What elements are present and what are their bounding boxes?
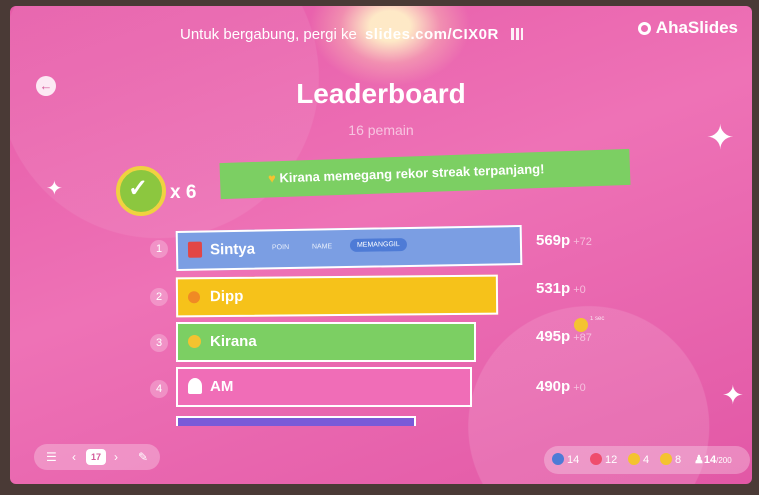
player-name: Sintya bbox=[209, 240, 256, 259]
ceiling-light-glare bbox=[310, 6, 470, 86]
leaderboard-row: Dipp bbox=[175, 274, 499, 318]
player-score: 490p +0 bbox=[536, 378, 586, 395]
leaderboard-row: Kirana bbox=[176, 322, 476, 362]
reaction-count: 14 bbox=[552, 453, 579, 466]
participant-count: ♟14/200 bbox=[694, 454, 732, 466]
rank-badge: 1 bbox=[150, 240, 168, 258]
brand-logo: AhaSlides bbox=[637, 18, 738, 38]
sparkle-icon: ✦ bbox=[706, 119, 735, 157]
laugh-icon bbox=[628, 453, 640, 465]
rank-badge: 4 bbox=[150, 380, 168, 398]
join-instructions: Untuk bergabung, pergi ke slides.com/CIX… bbox=[180, 26, 524, 43]
player-avatar-icon bbox=[188, 335, 201, 348]
rank-badge: 2 bbox=[150, 288, 168, 306]
qr-code-icon[interactable] bbox=[511, 28, 524, 40]
player-avatar-icon bbox=[188, 378, 202, 394]
slide-navigation: ☰ ‹ 17 › ✎ bbox=[34, 444, 160, 470]
reaction-count: 8 bbox=[660, 453, 681, 466]
people-icon: ♟ bbox=[694, 454, 704, 466]
presentation-screen: Untuk bergabung, pergi ke slides.com/CIX… bbox=[10, 6, 752, 484]
name-chip[interactable]: NAME bbox=[312, 243, 332, 250]
join-code: slides.com/CIX0R bbox=[364, 26, 499, 43]
player-avatar-icon bbox=[187, 291, 201, 304]
prev-slide-button[interactable]: ‹ bbox=[72, 450, 76, 464]
poin-chip[interactable]: POIN bbox=[272, 244, 289, 251]
heart-icon bbox=[590, 453, 602, 465]
sparkle-icon: ✦ bbox=[46, 178, 63, 200]
pen-icon[interactable]: ✎ bbox=[138, 450, 148, 464]
player-score: 495p +87 bbox=[536, 328, 592, 345]
next-slide-button[interactable]: › bbox=[114, 450, 118, 464]
heart-eyes-emoji-icon: ♥ bbox=[267, 170, 277, 186]
streak-count: x 6 bbox=[170, 182, 197, 203]
player-name: Kirana bbox=[210, 333, 257, 350]
leaderboard-row: Sintya POIN NAME MEMANGGIL bbox=[175, 224, 523, 272]
page-title: Leaderboard bbox=[296, 78, 466, 109]
slide-number[interactable]: 17 bbox=[86, 449, 106, 465]
player-count: 16 pemain bbox=[348, 122, 414, 138]
reactions-bar: 14 12 4 8 ♟14/200 bbox=[544, 446, 750, 474]
ahaslides-logo-icon bbox=[637, 22, 651, 35]
leaderboard-row-partial bbox=[176, 416, 416, 426]
memanggil-pill[interactable]: MEMANGGIL bbox=[349, 237, 407, 252]
check-icon: ✓ bbox=[128, 175, 149, 202]
thumbs-up-icon bbox=[552, 453, 564, 465]
player-score: 569p +72 bbox=[536, 232, 592, 249]
reaction-tag: 1 sec bbox=[590, 316, 605, 322]
menu-icon[interactable]: ☰ bbox=[46, 450, 57, 464]
rank-badge: 3 bbox=[150, 334, 168, 352]
player-avatar-icon bbox=[187, 241, 203, 258]
player-name: AM bbox=[210, 378, 234, 395]
reaction-count: 4 bbox=[628, 453, 649, 466]
player-name: Dipp bbox=[209, 287, 244, 306]
sparkle-icon: ✦ bbox=[722, 380, 744, 410]
wow-icon bbox=[660, 453, 672, 465]
leaderboard-row: AM bbox=[176, 367, 472, 407]
player-score: 531p +0 bbox=[536, 280, 586, 297]
reaction-count: 12 bbox=[590, 453, 617, 466]
